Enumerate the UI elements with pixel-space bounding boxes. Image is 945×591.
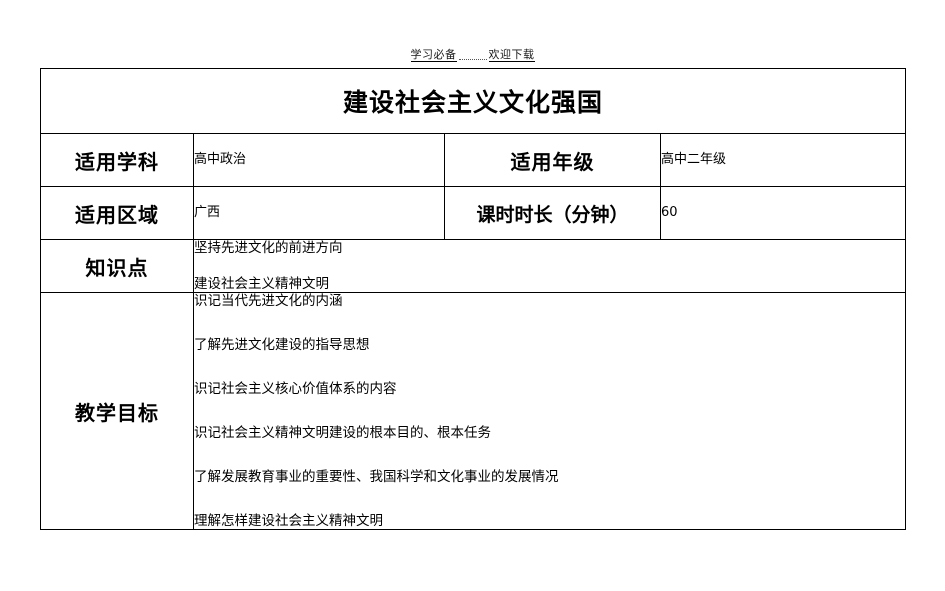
objective-item: 识记社会主义精神文明建设的根本目的、根本任务 bbox=[194, 425, 491, 441]
header-watermark: 学习必备 欢迎下载 bbox=[0, 48, 945, 62]
label-knowledge-points: 知识点 bbox=[40, 239, 194, 293]
value-region: 广西 bbox=[193, 186, 445, 240]
lesson-info-table: 建设社会主义文化强国 适用学科 高中政治 适用年级 高中二年级 适用区域 广西 … bbox=[39, 68, 907, 530]
value-duration: 60 bbox=[659, 186, 907, 240]
value-teaching-objectives: 识记当代先进文化的内涵 了解先进文化建设的指导思想 识记社会主义核心价值体系的内… bbox=[192, 292, 907, 530]
objective-item: 了解发展教育事业的重要性、我国科学和文化事业的发展情况 bbox=[194, 469, 559, 485]
label-teaching-objectives: 教学目标 bbox=[40, 292, 194, 530]
table-row-knowledge: 知识点 坚持先进文化的前进方向 建设社会主义精神文明 bbox=[40, 239, 907, 293]
knowledge-item: 坚持先进文化的前进方向 bbox=[194, 240, 343, 256]
page-title: 建设社会主义文化强国 bbox=[39, 68, 907, 134]
knowledge-item: 建设社会主义精神文明 bbox=[194, 276, 329, 292]
value-grade: 高中二年级 bbox=[659, 133, 907, 187]
table-row-subject: 适用学科 高中政治 适用年级 高中二年级 bbox=[40, 133, 907, 187]
objective-item: 了解先进文化建设的指导思想 bbox=[194, 337, 370, 353]
table-row-region: 适用区域 广西 课时时长（分钟） 60 bbox=[40, 186, 907, 240]
header-note-divider bbox=[458, 58, 487, 60]
objective-item: 理解怎样建设社会主义精神文明 bbox=[194, 513, 383, 529]
label-region: 适用区域 bbox=[40, 186, 194, 240]
table-row-title: 建设社会主义文化强国 bbox=[39, 68, 907, 134]
header-note-left: 学习必备 bbox=[410, 48, 457, 62]
label-duration: 课时时长（分钟） bbox=[444, 186, 661, 240]
objective-item: 识记社会主义核心价值体系的内容 bbox=[194, 381, 397, 397]
value-subject: 高中政治 bbox=[193, 133, 445, 187]
table-row-objectives: 教学目标 识记当代先进文化的内涵 了解先进文化建设的指导思想 识记社会主义核心价… bbox=[40, 292, 907, 530]
header-note-right: 欢迎下载 bbox=[488, 48, 535, 62]
document-page: 学习必备 欢迎下载 建设社会主义文化强国 适用学科 高中政治 适用年级 高中二年级… bbox=[0, 0, 945, 591]
label-grade: 适用年级 bbox=[444, 133, 661, 187]
label-subject: 适用学科 bbox=[40, 133, 194, 187]
value-knowledge-points: 坚持先进文化的前进方向 建设社会主义精神文明 bbox=[192, 239, 907, 293]
objective-item: 识记当代先进文化的内涵 bbox=[194, 293, 343, 309]
